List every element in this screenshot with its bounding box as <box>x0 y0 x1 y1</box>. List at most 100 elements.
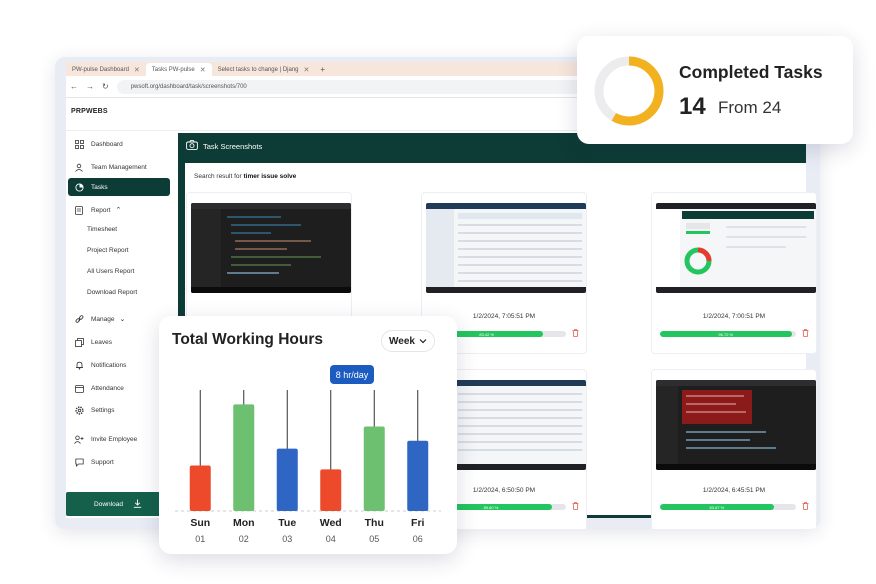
x-tick-label: Mon <box>232 517 255 529</box>
completed-tasks-title: Completed Tasks <box>679 62 823 82</box>
screenshot-thumbnail[interactable] <box>191 203 351 293</box>
progress-fill: 83.67 % <box>660 504 774 510</box>
tab-dashboard[interactable]: PW-pulse Dashboard ✕ <box>66 63 146 76</box>
tab-tasks[interactable]: Tasks PW-pulse ✕ <box>145 63 212 76</box>
brand-logo: PRPWEBS <box>71 108 108 115</box>
working-hours-title: Total Working Hours <box>172 331 323 348</box>
sidebar-item-label: Attendance <box>91 384 124 392</box>
search-prefix: Search result for <box>194 173 242 180</box>
sidebar-item-team-management[interactable]: Team Management <box>68 158 170 176</box>
sidebar-item-label: Leaves <box>91 338 112 346</box>
sidebar-item-attendance[interactable]: Attendance <box>68 379 170 397</box>
sidebar-item-notifications[interactable]: Notifications <box>68 356 170 374</box>
tab-label: Select tasks to change | Djang <box>217 66 299 73</box>
completion-donut <box>594 56 664 126</box>
forward-icon[interactable]: → <box>86 82 94 91</box>
calendar-icon <box>74 383 84 393</box>
chart-bar-mon[interactable] <box>233 404 255 511</box>
chevron-down-icon[interactable]: ⌄ <box>120 315 126 323</box>
sidebar-item-dashboard[interactable]: Dashboard <box>68 135 170 153</box>
report-sub-download[interactable]: Download Report <box>87 289 137 296</box>
x-date-label: 01 <box>195 534 206 544</box>
sidebar-item-leaves[interactable]: Leaves <box>68 333 170 351</box>
x-date-label: 06 <box>412 534 423 544</box>
progress-label: 83.42 % <box>479 331 495 337</box>
x-tick-label: Wed <box>319 517 342 529</box>
close-icon[interactable]: ✕ <box>200 66 206 74</box>
screenshot-thumbnail[interactable] <box>656 203 816 293</box>
back-icon[interactable]: ← <box>70 82 78 91</box>
report-sub-timesheet[interactable]: Timesheet <box>87 226 117 233</box>
chart-bar-tue[interactable] <box>276 448 298 511</box>
tab-label: PW-pulse Dashboard <box>72 66 129 73</box>
sidebar-item-tasks[interactable]: Tasks <box>68 178 170 196</box>
reload-icon[interactable]: ↻ <box>102 82 109 91</box>
tasks-icon <box>74 182 84 192</box>
search-term: timer issue solve <box>243 173 297 180</box>
x-tick-label: Tue <box>278 517 297 529</box>
report-sub-all-users[interactable]: All Users Report <box>87 268 134 275</box>
sidebar-item-label: Settings <box>91 406 115 414</box>
sidebar-item-support[interactable]: Support <box>68 453 170 471</box>
total-count: From 24 <box>718 98 782 117</box>
chevron-down-icon <box>419 336 427 347</box>
chart-bar-wed[interactable] <box>320 469 342 511</box>
x-date-label: 03 <box>282 534 293 544</box>
x-tick-label: Fri <box>411 517 425 529</box>
sidebar-item-label: Team Management <box>91 163 147 171</box>
progress-label: 96.72 % <box>718 331 734 337</box>
chat-icon <box>74 457 84 467</box>
activity-progress: 83.67 % <box>660 504 796 510</box>
sidebar-item-invite-employee[interactable]: Invite Employee <box>68 430 170 448</box>
completed-count: 14 <box>679 93 706 120</box>
period-select[interactable]: Week <box>381 330 435 352</box>
bell-icon <box>74 360 84 370</box>
x-date-label: 02 <box>238 534 249 544</box>
sidebar-item-label: Dashboard <box>91 140 123 148</box>
working-hours-card: Total Working Hours Week 8 hr/day Sun 01 M… <box>159 316 457 554</box>
sidebar-item-report[interactable]: Report ⌃ <box>68 201 170 219</box>
screenshot-thumbnail[interactable] <box>426 203 586 293</box>
delete-icon[interactable] <box>572 502 579 512</box>
chart-bar-thu[interactable] <box>363 426 385 512</box>
close-icon[interactable]: ✕ <box>304 66 310 74</box>
link-icon <box>74 314 84 324</box>
gear-icon <box>74 405 84 415</box>
sidebar-item-label: Support <box>91 458 114 466</box>
search-result-text: Search result for timer issue solve <box>194 173 296 180</box>
download-button[interactable]: Download <box>66 492 170 516</box>
sidebar-item-label: Report <box>91 206 111 214</box>
activity-progress: 96.72 % <box>660 331 796 337</box>
tab-label: Tasks PW-pulse <box>151 66 195 73</box>
chart-bar-fri[interactable] <box>407 440 429 511</box>
progress-label: 83.67 % <box>709 504 725 510</box>
screenshot-thumbnail[interactable] <box>656 380 816 470</box>
screenshot-card[interactable]: 1/2/2024, 6:45:51 PM 83.67 % <box>651 369 817 529</box>
tab-django[interactable]: Select tasks to change | Djang ✕ <box>212 63 316 76</box>
sidebar-item-label: Tasks <box>91 183 108 191</box>
report-sub-project[interactable]: Project Report <box>87 247 129 254</box>
x-date-label: 05 <box>369 534 380 544</box>
delete-icon[interactable] <box>802 502 809 512</box>
sidebar-item-label: Notifications <box>91 361 127 369</box>
download-icon <box>133 499 142 510</box>
chevron-up-icon[interactable]: ⌃ <box>116 206 122 214</box>
screenshot-card[interactable]: 1/2/2024, 7:00:51 PM 96.72 % <box>651 192 817 354</box>
chart-bar-sun[interactable] <box>189 465 211 512</box>
delete-icon[interactable] <box>802 329 809 339</box>
new-tab-icon[interactable]: + <box>315 63 330 76</box>
close-icon[interactable]: ✕ <box>134 66 140 74</box>
stage: PW-pulse Dashboard ✕ Tasks PW-pulse ✕ Sele… <box>0 0 876 584</box>
grid-icon <box>74 139 84 149</box>
copy-icon <box>74 337 84 347</box>
period-selected: Week <box>389 335 415 347</box>
x-tick-label: Sun <box>190 517 211 529</box>
hours-tooltip: 8 hr/day <box>330 365 374 384</box>
sidebar-item-settings[interactable]: Settings <box>68 401 170 419</box>
sidebar-item-manage[interactable]: Manage ⌄ <box>68 310 170 328</box>
progress-label: 89.60 % <box>483 504 499 510</box>
team-icon <box>74 162 84 172</box>
completed-tasks-card: Completed Tasks 14 From 24 <box>577 36 853 144</box>
delete-icon[interactable] <box>572 329 579 339</box>
x-date-label: 04 <box>325 534 336 544</box>
